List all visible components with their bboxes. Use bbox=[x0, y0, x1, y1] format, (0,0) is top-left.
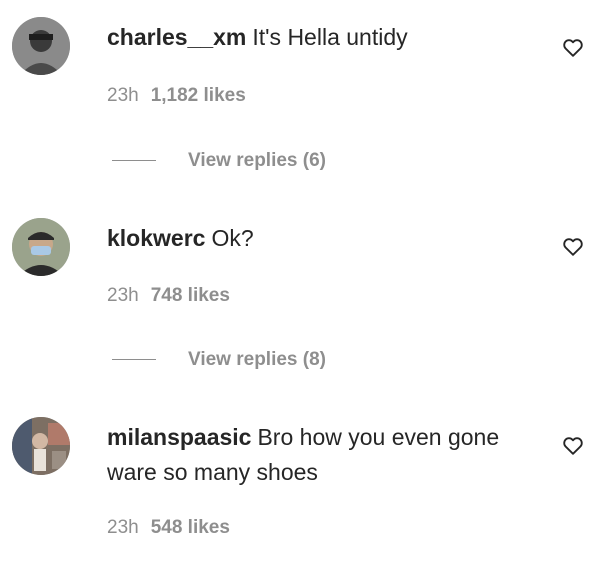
replies-divider bbox=[112, 160, 156, 162]
comment-likes[interactable]: 548 likes bbox=[151, 517, 230, 538]
avatar[interactable] bbox=[12, 417, 70, 475]
comment-meta: 23h 1,182 likes bbox=[107, 85, 246, 107]
heart-outline-icon[interactable] bbox=[562, 236, 584, 258]
comment-body: It's Hella untidy bbox=[252, 24, 408, 50]
avatar[interactable] bbox=[12, 17, 70, 75]
avatar[interactable] bbox=[12, 218, 70, 276]
comment-likes[interactable]: 1,182 likes bbox=[151, 85, 246, 106]
comment-meta: 23h 748 likes bbox=[107, 285, 230, 307]
comment-likes[interactable]: 748 likes bbox=[151, 285, 230, 306]
view-replies-button[interactable]: View replies (8) bbox=[112, 349, 326, 371]
comment-text: klokwerc Ok? bbox=[107, 221, 527, 256]
comment-text: milanspaasic Bro how you even gone ware s… bbox=[107, 420, 527, 490]
comment-time[interactable]: 23h bbox=[107, 517, 139, 538]
comment-time[interactable]: 23h bbox=[107, 285, 139, 306]
comment-username[interactable]: milanspaasic bbox=[107, 424, 251, 450]
view-replies-label: View replies (6) bbox=[188, 150, 326, 171]
comment-text: charles__xm It's Hella untidy bbox=[107, 20, 527, 55]
comment-body: Ok? bbox=[211, 225, 254, 251]
heart-outline-icon[interactable] bbox=[562, 435, 584, 457]
comment-username[interactable]: charles__xm bbox=[107, 24, 246, 50]
comment-username[interactable]: klokwerc bbox=[107, 225, 205, 251]
comment-meta: 23h 548 likes bbox=[107, 517, 230, 539]
replies-divider bbox=[112, 359, 156, 361]
comment-time[interactable]: 23h bbox=[107, 85, 139, 106]
view-replies-button[interactable]: View replies (6) bbox=[112, 150, 326, 172]
view-replies-label: View replies (8) bbox=[188, 349, 326, 370]
heart-outline-icon[interactable] bbox=[562, 37, 584, 59]
